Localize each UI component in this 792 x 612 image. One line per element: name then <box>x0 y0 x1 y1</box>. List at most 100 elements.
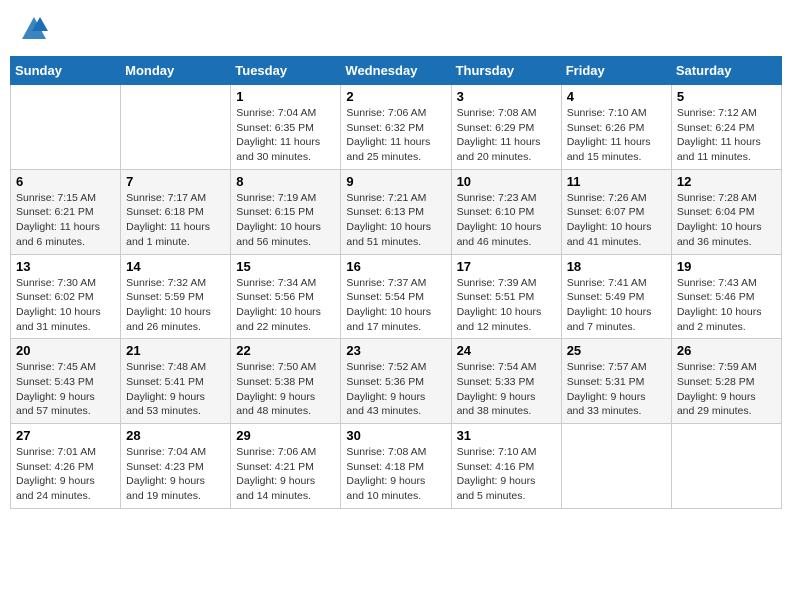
calendar-cell: 12 Sunrise: 7:28 AM Sunset: 6:04 PM Dayli… <box>671 169 781 254</box>
day-info: Sunrise: 7:39 AM Sunset: 5:51 PM Dayligh… <box>457 276 556 335</box>
day-info: Sunrise: 7:59 AM Sunset: 5:28 PM Dayligh… <box>677 360 776 419</box>
calendar-week-2: 6Sunrise: 7:15 AM Sunset: 6:21 PM Daylig… <box>11 169 782 254</box>
day-number: 20 <box>16 343 115 358</box>
day-number: 17 <box>457 259 556 274</box>
calendar-cell: 31Sunrise: 7:10 AM Sunset: 4:16 PM Dayli… <box>451 424 561 509</box>
day-number: 25 <box>567 343 666 358</box>
page-header <box>10 10 782 48</box>
calendar-week-3: 13Sunrise: 7:30 AM Sunset: 6:02 PM Dayli… <box>11 254 782 339</box>
day-number: 14 <box>126 259 225 274</box>
calendar-cell: 7 Sunrise: 7:17 AM Sunset: 6:18 PM Daylig… <box>121 169 231 254</box>
calendar-cell: 15 Sunrise: 7:34 AM Sunset: 5:56 PM Dayli… <box>231 254 341 339</box>
day-number: 11 <box>567 174 666 189</box>
calendar-cell: 21Sunrise: 7:48 AM Sunset: 5:41 PM Dayli… <box>121 339 231 424</box>
calendar-cell <box>561 424 671 509</box>
day-number: 15 <box>236 259 335 274</box>
calendar-week-1: 1 Sunrise: 7:04 AM Sunset: 6:35 PM Daylig… <box>11 85 782 170</box>
day-info: Sunrise: 7:04 AM Sunset: 4:23 PM Dayligh… <box>126 445 225 504</box>
calendar-cell: 22 Sunrise: 7:50 AM Sunset: 5:38 PM Dayli… <box>231 339 341 424</box>
day-number: 7 <box>126 174 225 189</box>
day-info: Sunrise: 7:17 AM Sunset: 6:18 PM Dayligh… <box>126 191 225 250</box>
day-number: 26 <box>677 343 776 358</box>
day-info: Sunrise: 7:32 AM Sunset: 5:59 PM Dayligh… <box>126 276 225 335</box>
day-info: Sunrise: 7:08 AM Sunset: 6:29 PM Dayligh… <box>457 106 556 165</box>
day-header-monday: Monday <box>121 57 231 85</box>
calendar-cell: 27 Sunrise: 7:01 AM Sunset: 4:26 PM Dayli… <box>11 424 121 509</box>
calendar-week-5: 27 Sunrise: 7:01 AM Sunset: 4:26 PM Dayli… <box>11 424 782 509</box>
calendar-cell: 19Sunrise: 7:43 AM Sunset: 5:46 PM Dayli… <box>671 254 781 339</box>
day-info: Sunrise: 7:48 AM Sunset: 5:41 PM Dayligh… <box>126 360 225 419</box>
calendar-table: SundayMondayTuesdayWednesdayThursdayFrid… <box>10 56 782 509</box>
day-number: 22 <box>236 343 335 358</box>
day-info: Sunrise: 7:01 AM Sunset: 4:26 PM Dayligh… <box>16 445 115 504</box>
day-info: Sunrise: 7:41 AM Sunset: 5:49 PM Dayligh… <box>567 276 666 335</box>
day-info: Sunrise: 7:12 AM Sunset: 6:24 PM Dayligh… <box>677 106 776 165</box>
day-info: Sunrise: 7:23 AM Sunset: 6:10 PM Dayligh… <box>457 191 556 250</box>
calendar-cell: 26 Sunrise: 7:59 AM Sunset: 5:28 PM Dayli… <box>671 339 781 424</box>
logo-icon <box>20 15 48 43</box>
day-number: 5 <box>677 89 776 104</box>
day-info: Sunrise: 7:10 AM Sunset: 6:26 PM Dayligh… <box>567 106 666 165</box>
calendar-cell: 17 Sunrise: 7:39 AM Sunset: 5:51 PM Dayli… <box>451 254 561 339</box>
calendar-cell: 4 Sunrise: 7:10 AM Sunset: 6:26 PM Daylig… <box>561 85 671 170</box>
day-number: 9 <box>346 174 445 189</box>
day-info: Sunrise: 7:10 AM Sunset: 4:16 PM Dayligh… <box>457 445 556 504</box>
day-info: Sunrise: 7:45 AM Sunset: 5:43 PM Dayligh… <box>16 360 115 419</box>
day-info: Sunrise: 7:52 AM Sunset: 5:36 PM Dayligh… <box>346 360 445 419</box>
calendar-cell: 24 Sunrise: 7:54 AM Sunset: 5:33 PM Dayli… <box>451 339 561 424</box>
day-number: 18 <box>567 259 666 274</box>
calendar-cell: 30 Sunrise: 7:08 AM Sunset: 4:18 PM Dayli… <box>341 424 451 509</box>
day-header-wednesday: Wednesday <box>341 57 451 85</box>
day-header-friday: Friday <box>561 57 671 85</box>
day-number: 10 <box>457 174 556 189</box>
calendar-cell: 2 Sunrise: 7:06 AM Sunset: 6:32 PM Daylig… <box>341 85 451 170</box>
calendar-cell: 14 Sunrise: 7:32 AM Sunset: 5:59 PM Dayli… <box>121 254 231 339</box>
day-info: Sunrise: 7:06 AM Sunset: 4:21 PM Dayligh… <box>236 445 335 504</box>
day-number: 4 <box>567 89 666 104</box>
calendar-week-4: 20 Sunrise: 7:45 AM Sunset: 5:43 PM Dayli… <box>11 339 782 424</box>
calendar-cell: 3 Sunrise: 7:08 AM Sunset: 6:29 PM Daylig… <box>451 85 561 170</box>
calendar-cell: 18 Sunrise: 7:41 AM Sunset: 5:49 PM Dayli… <box>561 254 671 339</box>
logo <box>20 15 52 43</box>
calendar-cell: 9 Sunrise: 7:21 AM Sunset: 6:13 PM Daylig… <box>341 169 451 254</box>
day-number: 24 <box>457 343 556 358</box>
calendar-cell: 8Sunrise: 7:19 AM Sunset: 6:15 PM Daylig… <box>231 169 341 254</box>
day-info: Sunrise: 7:06 AM Sunset: 6:32 PM Dayligh… <box>346 106 445 165</box>
calendar-cell: 16Sunrise: 7:37 AM Sunset: 5:54 PM Dayli… <box>341 254 451 339</box>
day-info: Sunrise: 7:34 AM Sunset: 5:56 PM Dayligh… <box>236 276 335 335</box>
day-header-tuesday: Tuesday <box>231 57 341 85</box>
day-number: 28 <box>126 428 225 443</box>
day-number: 29 <box>236 428 335 443</box>
day-info: Sunrise: 7:50 AM Sunset: 5:38 PM Dayligh… <box>236 360 335 419</box>
day-header-saturday: Saturday <box>671 57 781 85</box>
day-info: Sunrise: 7:21 AM Sunset: 6:13 PM Dayligh… <box>346 191 445 250</box>
day-number: 8 <box>236 174 335 189</box>
day-info: Sunrise: 7:26 AM Sunset: 6:07 PM Dayligh… <box>567 191 666 250</box>
day-number: 3 <box>457 89 556 104</box>
day-number: 23 <box>346 343 445 358</box>
day-info: Sunrise: 7:37 AM Sunset: 5:54 PM Dayligh… <box>346 276 445 335</box>
day-number: 27 <box>16 428 115 443</box>
day-info: Sunrise: 7:04 AM Sunset: 6:35 PM Dayligh… <box>236 106 335 165</box>
calendar-cell: 1 Sunrise: 7:04 AM Sunset: 6:35 PM Daylig… <box>231 85 341 170</box>
calendar-header-row: SundayMondayTuesdayWednesdayThursdayFrid… <box>11 57 782 85</box>
calendar-cell: 10 Sunrise: 7:23 AM Sunset: 6:10 PM Dayli… <box>451 169 561 254</box>
day-number: 12 <box>677 174 776 189</box>
day-info: Sunrise: 7:15 AM Sunset: 6:21 PM Dayligh… <box>16 191 115 250</box>
calendar-cell: 5 Sunrise: 7:12 AM Sunset: 6:24 PM Daylig… <box>671 85 781 170</box>
day-number: 30 <box>346 428 445 443</box>
calendar-cell: 25Sunrise: 7:57 AM Sunset: 5:31 PM Dayli… <box>561 339 671 424</box>
calendar-cell: 28 Sunrise: 7:04 AM Sunset: 4:23 PM Dayli… <box>121 424 231 509</box>
calendar-cell: 6Sunrise: 7:15 AM Sunset: 6:21 PM Daylig… <box>11 169 121 254</box>
day-number: 13 <box>16 259 115 274</box>
calendar-cell <box>671 424 781 509</box>
day-number: 1 <box>236 89 335 104</box>
day-info: Sunrise: 7:28 AM Sunset: 6:04 PM Dayligh… <box>677 191 776 250</box>
day-info: Sunrise: 7:08 AM Sunset: 4:18 PM Dayligh… <box>346 445 445 504</box>
day-number: 19 <box>677 259 776 274</box>
calendar-cell <box>121 85 231 170</box>
day-number: 2 <box>346 89 445 104</box>
calendar-cell: 29 Sunrise: 7:06 AM Sunset: 4:21 PM Dayli… <box>231 424 341 509</box>
day-info: Sunrise: 7:54 AM Sunset: 5:33 PM Dayligh… <box>457 360 556 419</box>
calendar-cell: 13Sunrise: 7:30 AM Sunset: 6:02 PM Dayli… <box>11 254 121 339</box>
